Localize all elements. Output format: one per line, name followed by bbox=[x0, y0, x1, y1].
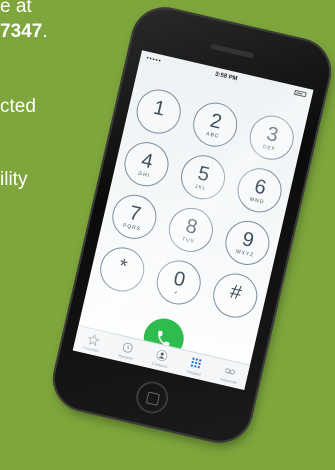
phone-photo: ••••• 3:58 PM 1 2 ABC 3 DEF 4 GHI 5 JKL 6 MNO… bbox=[48, 2, 335, 468]
key-1[interactable]: 1 bbox=[132, 85, 186, 138]
key-hash[interactable]: # bbox=[208, 269, 262, 322]
key-8[interactable]: 8 TUV bbox=[164, 203, 218, 257]
tab-recents[interactable]: Recents bbox=[110, 338, 144, 364]
tab-favorites[interactable]: Favorites bbox=[75, 331, 109, 357]
key-2[interactable]: 2 ABC bbox=[188, 98, 242, 152]
key-0[interactable]: 0 + bbox=[152, 256, 206, 309]
key-5[interactable]: 5 JKL bbox=[176, 150, 230, 204]
tab-contacts[interactable]: Contacts bbox=[144, 346, 178, 372]
key-6[interactable]: 6 MNO bbox=[233, 163, 286, 217]
phone-number-fragment: 7347 bbox=[0, 21, 43, 42]
tab-voicemail[interactable]: Voicemail bbox=[213, 362, 247, 388]
smartphone: ••••• 3:58 PM 1 2 ABC 3 DEF 4 GHI 5 JKL 6 MNO… bbox=[48, 2, 335, 448]
earpiece-speaker bbox=[210, 43, 255, 59]
background-text-line-3: cted bbox=[0, 96, 36, 117]
key-9[interactable]: 9 WXYZ bbox=[221, 216, 274, 270]
background-text-line-2: 7347. bbox=[0, 21, 48, 42]
phone-screen: ••••• 3:58 PM 1 2 ABC 3 DEF 4 GHI 5 JKL 6 MNO… bbox=[72, 50, 314, 390]
key-star[interactable]: * bbox=[95, 243, 149, 296]
key-4[interactable]: 4 GHI bbox=[120, 137, 173, 191]
key-3[interactable]: 3 DEF bbox=[245, 111, 299, 165]
dial-keypad: 1 2 ABC 3 DEF 4 GHI 5 JKL 6 MNO 7 PQRS 8 TUV 9W… bbox=[95, 85, 299, 322]
tab-keypad[interactable]: Keypad bbox=[178, 354, 212, 380]
key-7[interactable]: 7 PQRS bbox=[107, 190, 161, 244]
background-text-line-4: ility bbox=[0, 169, 28, 190]
home-button[interactable] bbox=[132, 378, 172, 417]
background-text-line-1: e at bbox=[0, 0, 32, 17]
